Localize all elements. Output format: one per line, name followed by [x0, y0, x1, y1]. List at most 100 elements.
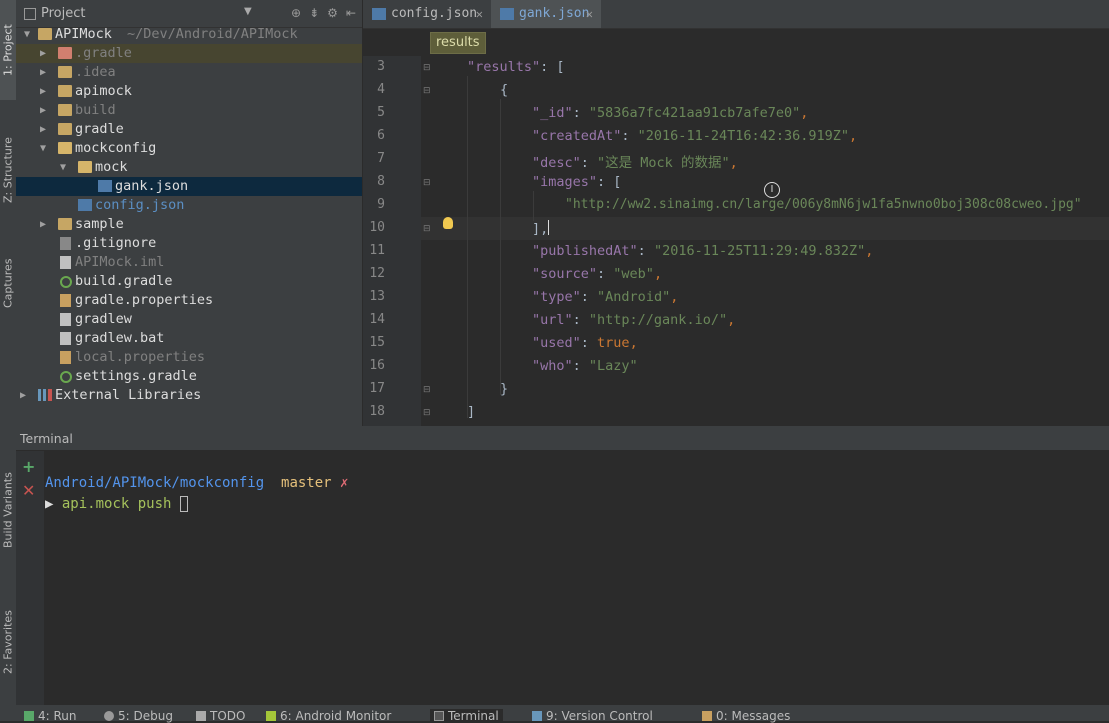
code-editor[interactable]: 3 4 5 6 7 8 9 10 11 12 13 14 15 16 17 18…	[363, 56, 1109, 426]
code-punct: ],	[532, 221, 549, 237]
json-key: "_id"	[532, 105, 573, 121]
tree-item-local-properties[interactable]: local.properties	[16, 348, 362, 367]
json-file-icon	[98, 180, 112, 192]
fold-marker-icon[interactable]: ⊟	[423, 225, 432, 234]
tool-tab-structure-label: Z: Structure	[1, 137, 15, 204]
tree-item-sample[interactable]: ▶ sample	[16, 215, 362, 234]
expanded-arrow-icon[interactable]: ▼	[38, 139, 48, 158]
tree-item-build-gradle[interactable]: build.gradle	[16, 272, 362, 291]
json-string: "5836a7fc421aa91cb7afe7e0"	[588, 105, 801, 121]
tree-item-build[interactable]: ▶ build	[16, 101, 362, 120]
hide-panel-icon[interactable]: ⇤	[346, 6, 356, 20]
properties-icon	[60, 294, 71, 307]
terminal-panel[interactable]: Terminal + ✕ Android/APIMock/mockconfig …	[16, 426, 1109, 706]
collapsed-arrow-icon[interactable]: ▶	[38, 120, 48, 139]
tree-item-idea[interactable]: ▶ .idea	[16, 63, 362, 82]
collapsed-arrow-icon[interactable]: ▶	[38, 215, 48, 234]
line-number: 16	[369, 358, 385, 373]
tree-item-gradlew[interactable]: gradlew	[16, 310, 362, 329]
tree-item-label: settings.gradle	[75, 368, 197, 384]
line-number: 9	[377, 197, 385, 212]
collapsed-arrow-icon[interactable]: ▶	[18, 386, 28, 405]
editor-tab-bar: config.json ✕ gank.json ✕	[363, 0, 1109, 29]
fold-marker-icon[interactable]: ⊟	[423, 64, 432, 73]
tree-item-gitignore[interactable]: .gitignore	[16, 234, 362, 253]
fold-marker-icon[interactable]: ⊟	[423, 409, 432, 418]
collapsed-arrow-icon[interactable]: ▶	[38, 44, 48, 63]
tree-item-gradle-properties[interactable]: gradle.properties	[16, 291, 362, 310]
prompt-branch: master	[281, 475, 332, 491]
tab-gank-json[interactable]: gank.json ✕	[491, 0, 601, 28]
project-panel-header[interactable]: Project ▼ ⊕ ⇟ ⚙ ⇤	[16, 0, 362, 28]
close-tab-icon[interactable]: ✕	[586, 0, 593, 28]
json-string: "2016-11-24T16:42:36.919Z"	[637, 128, 849, 144]
tree-item-label: APIMock.iml	[75, 254, 165, 270]
json-string: "Android"	[597, 289, 671, 305]
breadcrumb[interactable]: results	[430, 32, 486, 54]
code-line-6: "createdAt": "2016-11-24T16:42:36.919Z",	[532, 128, 858, 144]
expanded-arrow-icon[interactable]: ▼	[22, 25, 32, 44]
tree-item-external-libraries[interactable]: ▶ External Libraries	[16, 386, 362, 405]
fold-marker-icon[interactable]: ⊟	[423, 179, 432, 188]
project-panel: Project ▼ ⊕ ⇟ ⚙ ⇤ ▼ APIMock ~/Dev/Androi…	[16, 0, 363, 426]
tree-item-mock[interactable]: ▼ mock	[16, 158, 362, 177]
collapse-all-icon[interactable]: ⇟	[309, 6, 319, 20]
tool-tab-project[interactable]: 1: Project	[0, 0, 16, 100]
json-string: "http://ww2.sinaimg.cn/large/006y8mN6jw1…	[565, 197, 1082, 212]
code-line-8: "images": [	[532, 174, 621, 190]
folder-icon	[58, 47, 72, 59]
tree-item-gradle[interactable]: ▶ gradle	[16, 120, 362, 139]
json-key: "who"	[532, 358, 573, 374]
code-line-3: "results": [	[467, 59, 565, 75]
tree-item-gradlew-bat[interactable]: gradlew.bat	[16, 329, 362, 348]
line-number: 13	[369, 289, 385, 304]
tree-item-mockconfig[interactable]: ▼ mockconfig	[16, 139, 362, 158]
code-line-7: "desc": "这是 Mock 的数据",	[532, 155, 738, 171]
terminal-toolbar: + ✕	[16, 451, 44, 706]
tree-item-gank-json[interactable]: gank.json	[16, 177, 362, 196]
tool-tab-build-variants[interactable]: Build Variants	[0, 450, 16, 570]
tool-tab-structure[interactable]: Z: Structure	[0, 118, 16, 223]
project-panel-title: Project	[41, 6, 86, 21]
run-icon	[24, 711, 34, 721]
collapsed-arrow-icon[interactable]: ▶	[38, 82, 48, 101]
dropdown-arrow-icon[interactable]: ▼	[244, 6, 252, 17]
fold-marker-icon[interactable]: ⊟	[423, 386, 432, 395]
tree-item-settings-gradle[interactable]: settings.gradle	[16, 367, 362, 386]
tree-item-label: External Libraries	[55, 387, 202, 403]
tree-item-apimock[interactable]: ▶ apimock	[16, 82, 362, 101]
tree-item-label: build.gradle	[75, 273, 173, 289]
module-folder-icon	[58, 218, 72, 230]
tree-item-config-json[interactable]: config.json	[16, 196, 362, 215]
scroll-from-source-icon[interactable]: ⊕	[291, 6, 301, 20]
tree-item-apimock-iml[interactable]: APIMock.iml	[16, 253, 362, 272]
terminal-command: api.mock push	[61, 496, 172, 512]
close-session-icon[interactable]: ✕	[22, 481, 35, 500]
tree-item-label: gradlew	[75, 311, 132, 327]
tool-tab-build-variants-label: Build Variants	[1, 472, 15, 548]
terminal-command-line[interactable]: ▶ api.mock push	[45, 496, 188, 512]
line-number: 3	[377, 59, 385, 74]
tool-tab-captures[interactable]: Captures	[0, 244, 16, 322]
project-view-icon	[24, 7, 36, 20]
tab-config-json[interactable]: config.json ✕	[363, 0, 491, 28]
tool-tab-favorites[interactable]: 2: Favorites	[0, 590, 16, 695]
tree-item-apimock-root[interactable]: ▼ APIMock ~/Dev/Android/APIMock	[16, 25, 362, 44]
settings-gear-icon[interactable]: ⚙	[327, 6, 338, 20]
json-boolean: true	[597, 335, 630, 351]
tree-item-label: mockconfig	[75, 140, 157, 156]
breadcrumb-bar: results	[363, 29, 1109, 56]
new-session-icon[interactable]: +	[22, 457, 35, 476]
tree-item-label: gradle	[75, 121, 124, 137]
fold-marker-icon[interactable]: ⊟	[423, 87, 432, 96]
android-icon	[266, 711, 276, 721]
terminal-prompt-line: Android/APIMock/mockconfig master ✗	[45, 475, 348, 491]
collapsed-arrow-icon[interactable]: ▶	[38, 101, 48, 120]
lightbulb-icon[interactable]	[443, 217, 453, 229]
collapsed-arrow-icon[interactable]: ▶	[38, 63, 48, 82]
left-tool-strip: 1: Project Z: Structure Captures Build V…	[0, 0, 17, 705]
close-tab-icon[interactable]: ✕	[476, 0, 483, 28]
code-line-5: "_id": "5836a7fc421aa91cb7afe7e0",	[532, 105, 809, 121]
expanded-arrow-icon[interactable]: ▼	[58, 158, 68, 177]
tree-item-gradle-hidden[interactable]: ▶ .gradle	[16, 44, 362, 63]
